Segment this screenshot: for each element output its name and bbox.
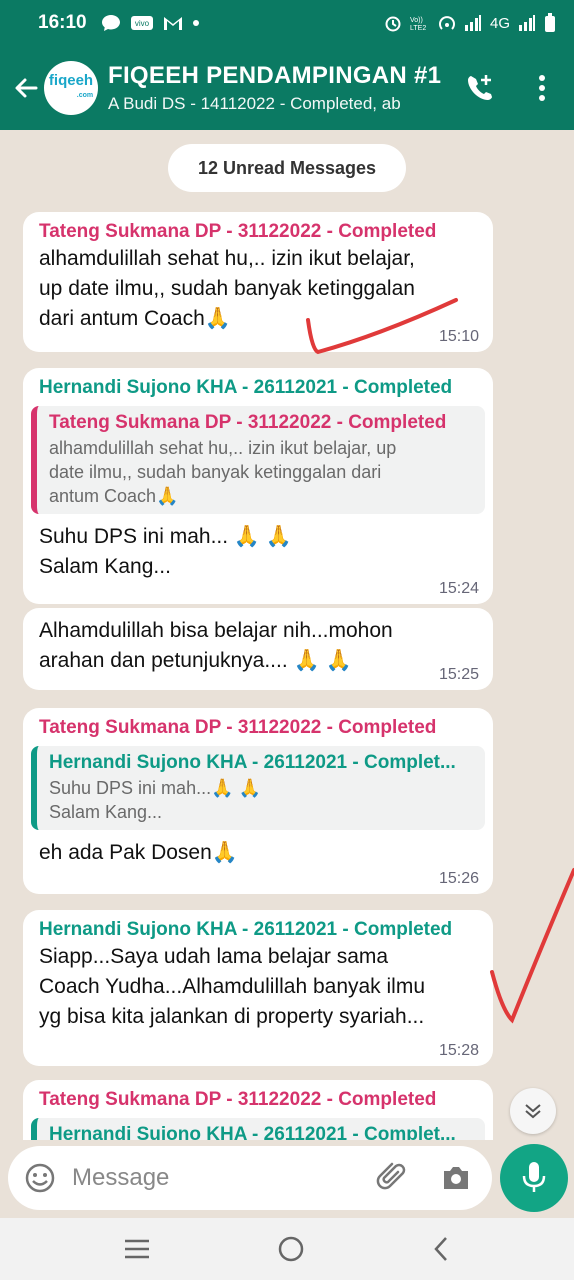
back-button[interactable] <box>6 68 46 108</box>
arrow-left-icon <box>15 78 38 98</box>
more-notifications-dot <box>192 20 199 26</box>
avatar-logo: fiqeeh .com <box>49 73 93 103</box>
add-call-icon <box>468 75 492 100</box>
svg-text:LTE2: LTE2 <box>410 25 426 32</box>
mic-icon <box>522 1162 546 1192</box>
signal-icon-2 <box>519 15 535 31</box>
chat-notification-icon <box>101 15 120 31</box>
signal-icon <box>464 15 481 31</box>
alarm-icon <box>385 16 401 32</box>
avatar-logo-suffix: .com <box>76 92 94 99</box>
emoji-icon[interactable] <box>24 1162 56 1194</box>
chat-header: fiqeeh .com FIQEEH PENDAMPINGAN #1 A Bud… <box>0 46 574 130</box>
header-title-area[interactable]: FIQEEH PENDAMPINGAN #1 A Budi DS - 14112… <box>108 62 448 114</box>
camera-icon[interactable] <box>440 1163 472 1193</box>
system-icons: Vo)) LTE2 4G <box>384 13 556 33</box>
battery-icon <box>545 13 555 32</box>
scroll-to-bottom-button[interactable] <box>510 1088 556 1134</box>
hotspot-icon <box>439 16 455 30</box>
back-nav-icon[interactable] <box>431 1235 451 1263</box>
status-time: 16:10 <box>38 12 87 33</box>
gmail-icon <box>163 17 182 30</box>
svg-text:vivo: vivo <box>134 19 149 28</box>
more-options-button[interactable] <box>526 72 558 104</box>
recent-apps-icon[interactable] <box>123 1238 151 1260</box>
system-nav-bar <box>0 1218 574 1280</box>
group-subtitle: A Budi DS - 14112022 - Completed, ab <box>108 94 401 113</box>
app-notification-icon: vivo <box>130 16 153 30</box>
volte-icon: Vo))LTE2 <box>410 17 426 32</box>
more-vert-icon <box>539 75 545 101</box>
red-check-annotation <box>306 298 574 1024</box>
attachment-icon[interactable] <box>374 1160 410 1196</box>
message-input-bar[interactable]: Message <box>8 1146 492 1210</box>
avatar-logo-text: fiqeeh <box>48 72 94 89</box>
voice-message-button[interactable] <box>500 1144 568 1212</box>
chat-area[interactable]: 12 Unread Messages Tateng Sukmana DP - 3… <box>0 130 574 1140</box>
svg-text:Vo)): Vo)) <box>410 17 423 24</box>
network-type: 4G <box>489 14 510 32</box>
message-input[interactable]: Message <box>72 1164 169 1192</box>
notification-icons: vivo <box>101 14 199 32</box>
double-chevron-down-icon <box>525 1104 541 1119</box>
home-icon[interactable] <box>277 1235 305 1263</box>
add-call-button[interactable] <box>464 72 496 104</box>
group-title: FIQEEH PENDAMPINGAN #1 <box>108 62 442 89</box>
status-bar: 16:10 vivo Vo)) LTE2 4G <box>0 0 574 46</box>
group-avatar[interactable]: fiqeeh .com <box>44 61 98 115</box>
